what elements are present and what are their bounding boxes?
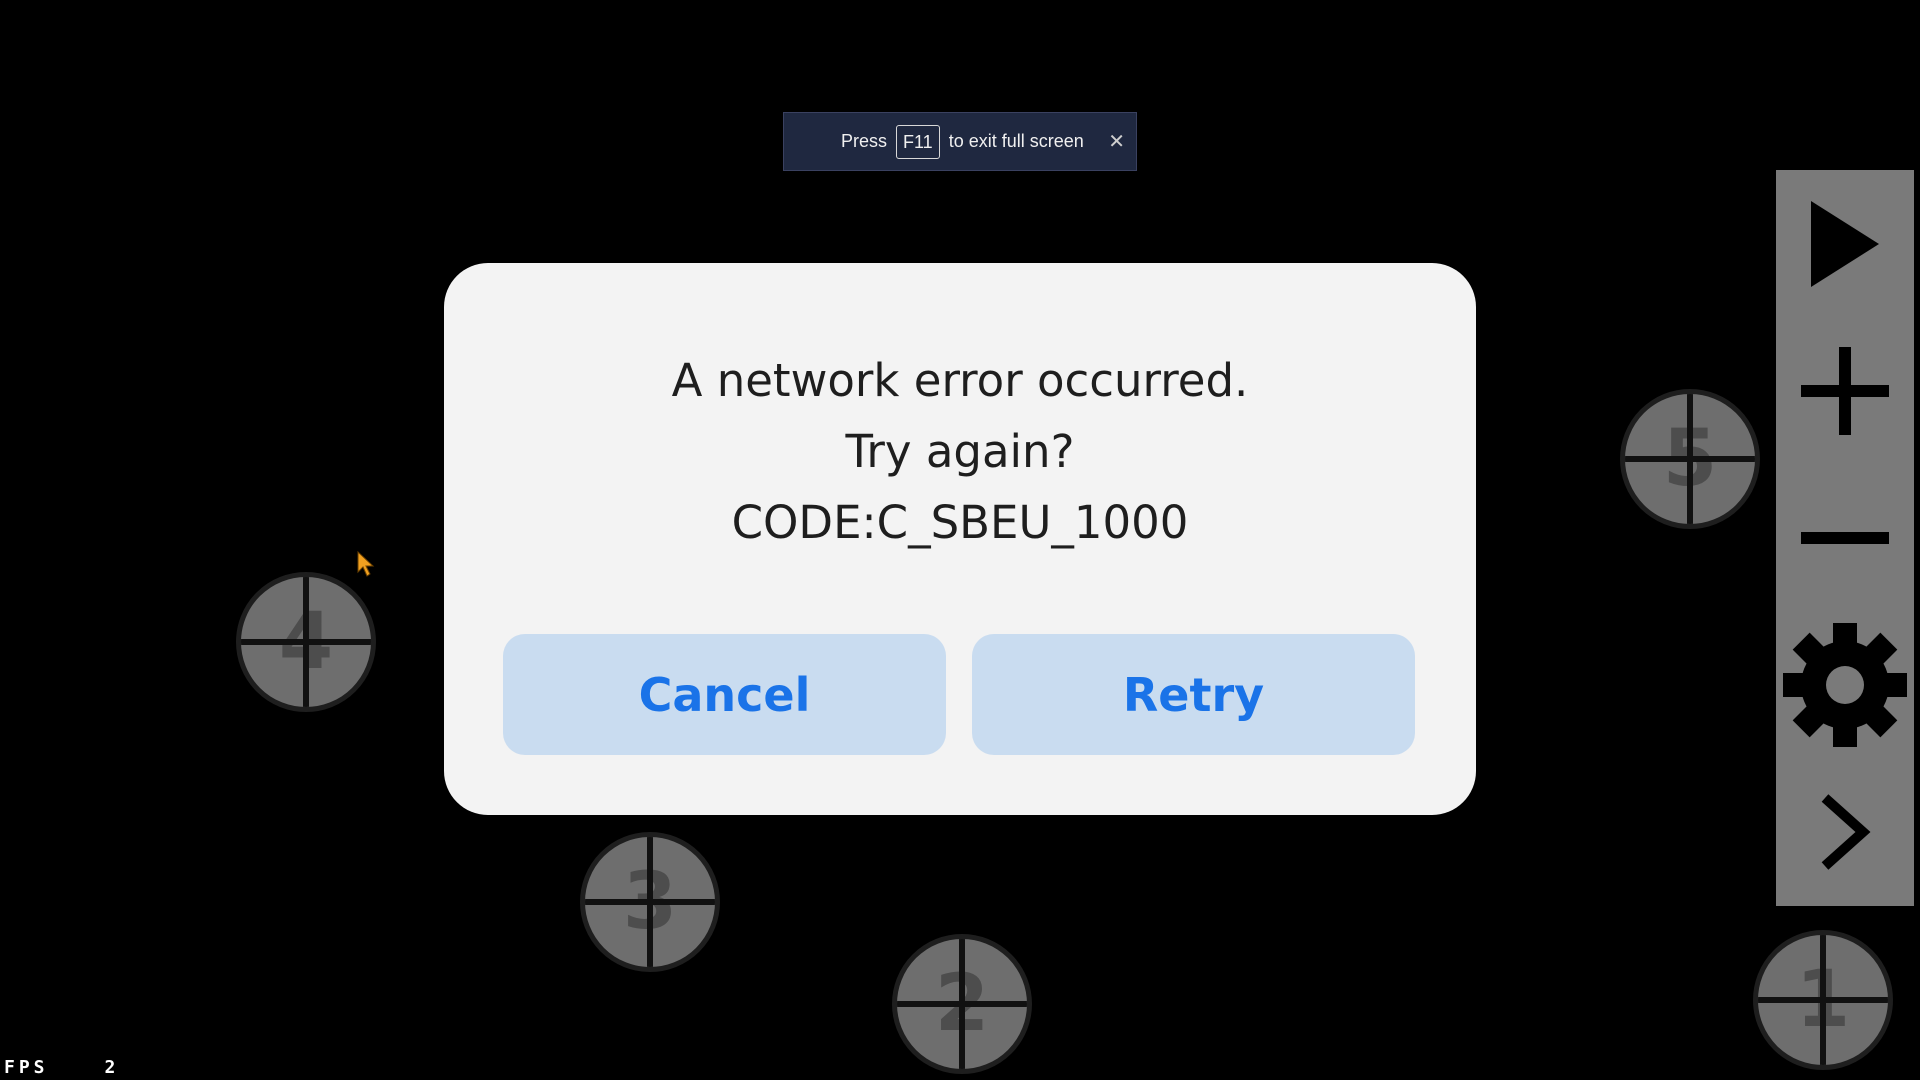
dialog-message: A network error occurred. Try again? COD…: [444, 345, 1476, 558]
chevron-right-icon: [1821, 793, 1871, 870]
fullscreen-notice: Press F11 to exit full screen ✕: [783, 112, 1137, 171]
next-button[interactable]: [1776, 758, 1914, 905]
zoom-in-button[interactable]: [1776, 317, 1914, 464]
fps-label: FPS: [4, 1057, 49, 1078]
touch-marker-4[interactable]: 4: [236, 572, 376, 712]
touch-marker-5[interactable]: 5: [1620, 389, 1760, 529]
fps-counter: FPS 2: [4, 1057, 119, 1078]
settings-button[interactable]: [1776, 611, 1914, 758]
zoom-out-button[interactable]: [1776, 464, 1914, 611]
fps-value: 2: [104, 1057, 120, 1078]
gear-icon: [1783, 622, 1907, 747]
f11-key-badge: F11: [896, 124, 940, 159]
fullscreen-exit-text: to exit full screen: [948, 131, 1084, 151]
error-code: CODE:C_SBEU_1000: [731, 496, 1189, 549]
cancel-button[interactable]: Cancel: [503, 634, 946, 755]
mouse-cursor-icon: [357, 550, 375, 577]
fullscreen-press-text: Press: [841, 131, 888, 151]
play-icon: [1811, 200, 1879, 287]
play-button[interactable]: [1776, 170, 1914, 317]
close-icon[interactable]: ✕: [1108, 129, 1125, 154]
error-message-line: A network error occurred.: [671, 354, 1249, 407]
retry-button[interactable]: Retry: [972, 634, 1415, 755]
game-screen: Press F11 to exit full screen ✕ 4 5 3 2 …: [0, 0, 1920, 1080]
retry-prompt: Try again?: [845, 425, 1075, 478]
plus-icon: [1801, 346, 1889, 435]
minus-icon: [1801, 531, 1889, 544]
side-toolbar: [1776, 170, 1914, 906]
touch-marker-3[interactable]: 3: [580, 832, 720, 972]
touch-marker-2[interactable]: 2: [892, 934, 1032, 1074]
touch-marker-1[interactable]: 1: [1753, 930, 1893, 1070]
network-error-dialog: A network error occurred. Try again? COD…: [444, 263, 1476, 815]
